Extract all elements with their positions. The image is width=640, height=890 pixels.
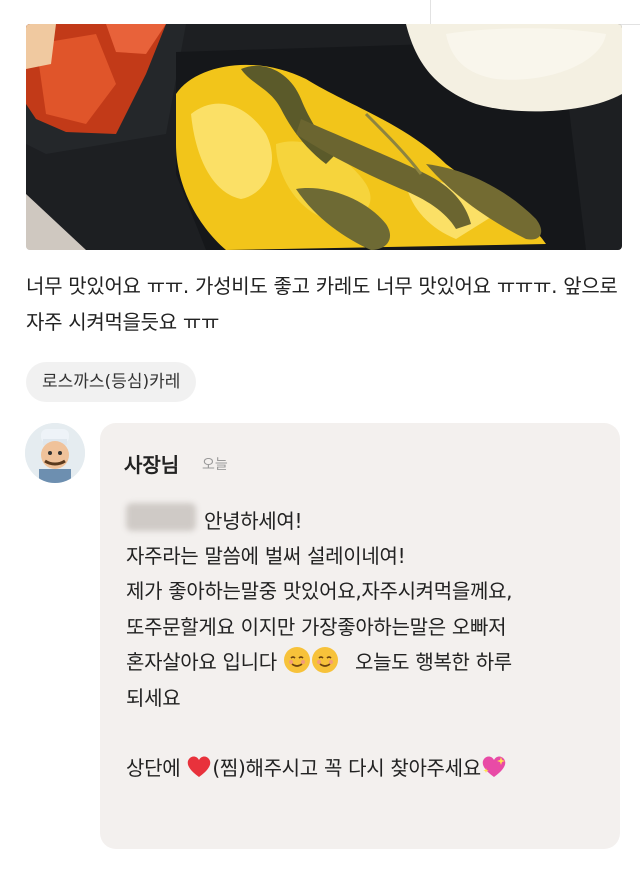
blurred-customer-name bbox=[126, 503, 196, 531]
reply-line: 자주라는 말씀에 벌써 설레이네여! bbox=[126, 544, 406, 568]
reply-line: 또주문할게요 이지만 가장좋아하는말은 오빠저 bbox=[126, 615, 507, 639]
smiling-face-icon bbox=[311, 646, 339, 679]
reply-line-text: 오늘도 행복한 하루 bbox=[354, 650, 512, 674]
owner-reply: 사장님 오늘 안녕하세여! 자주라는 말씀에 벌써 설레이네여! 제가 좋아하는… bbox=[100, 423, 620, 849]
reply-line-text: (찜)해주시고 꼭 다시 찾아주세요 bbox=[212, 756, 481, 780]
smiling-face-icon bbox=[283, 646, 311, 679]
top-strip bbox=[0, 0, 640, 25]
review-text: 너무 맛있어요 ㅠㅠ. 가성비도 좋고 카레도 너무 맛있어요 ㅠㅠㅠ. 앞으로… bbox=[26, 274, 624, 334]
header-box bbox=[430, 0, 640, 25]
owner-avatar bbox=[25, 423, 85, 483]
reply-date: 오늘 bbox=[202, 457, 228, 473]
reply-line: 혼자살아요 입니다 오늘도 행복한 하루 bbox=[126, 646, 512, 679]
reply-line: 상단에 (찜)해주시고 꼭 다시 찾아주세요 bbox=[126, 752, 507, 781]
menu-tag[interactable]: 로스까스(등심)카레 bbox=[26, 362, 197, 402]
red-heart-icon bbox=[186, 755, 212, 779]
reply-line-text: 상단에 bbox=[126, 756, 181, 780]
reply-line-text: 혼자살아요 입니다 bbox=[126, 650, 277, 674]
food-tray-image bbox=[26, 24, 622, 250]
reply-line: 되세요 bbox=[126, 686, 181, 710]
chef-avatar-icon bbox=[25, 423, 85, 483]
reply-line: 제가 좋아하는말중 맛있어요,자주시켜먹을께요, bbox=[126, 579, 513, 603]
owner-name: 사장님 bbox=[124, 453, 180, 477]
review-photo[interactable] bbox=[26, 24, 622, 250]
sparkling-heart-icon bbox=[481, 755, 507, 779]
reply-greeting: 안녕하세여! bbox=[204, 509, 303, 533]
